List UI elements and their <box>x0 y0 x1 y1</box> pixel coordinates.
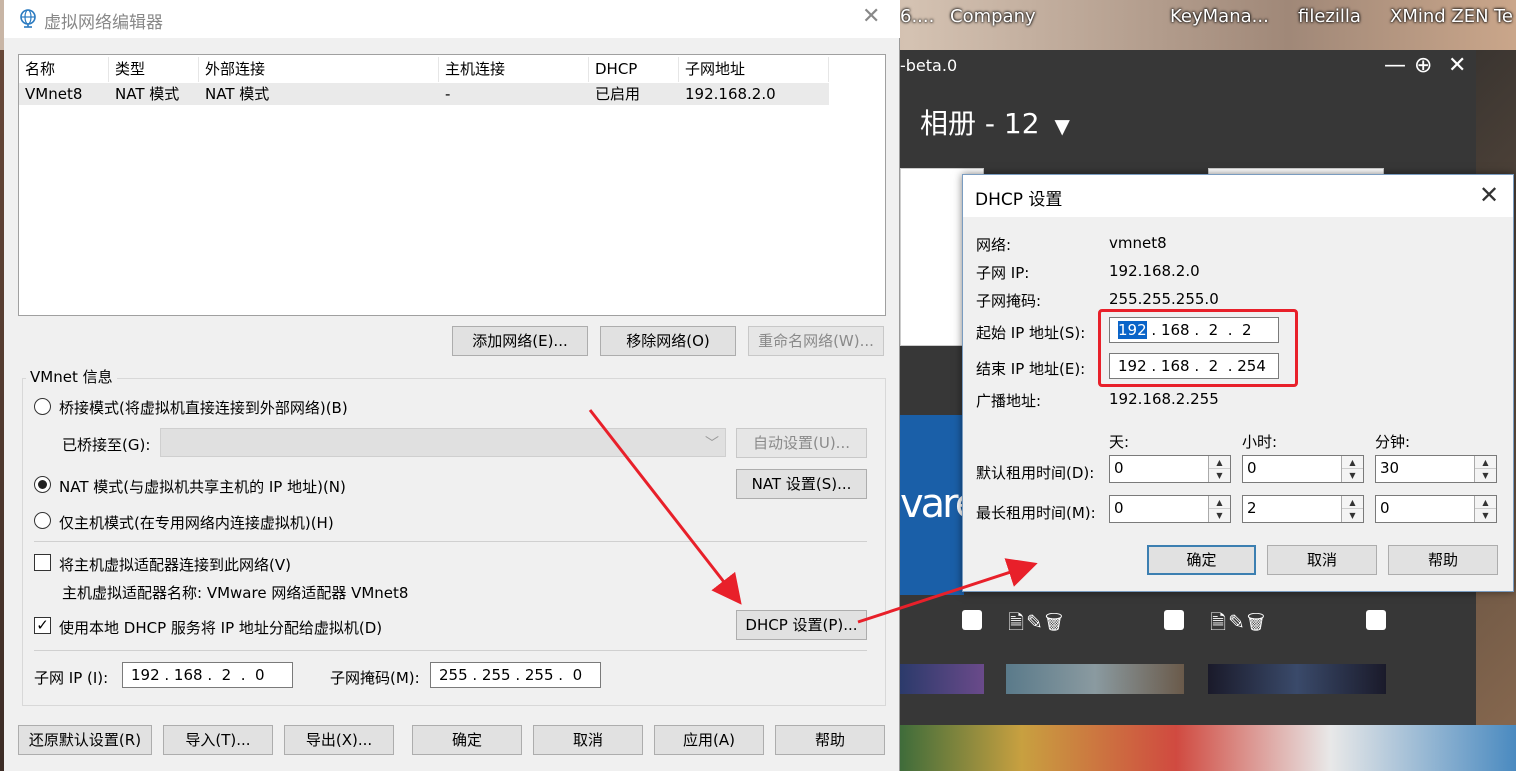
annotation-arrow <box>857 558 1038 624</box>
annotation-arrows <box>588 409 1038 624</box>
annotation-arrow <box>588 409 742 605</box>
